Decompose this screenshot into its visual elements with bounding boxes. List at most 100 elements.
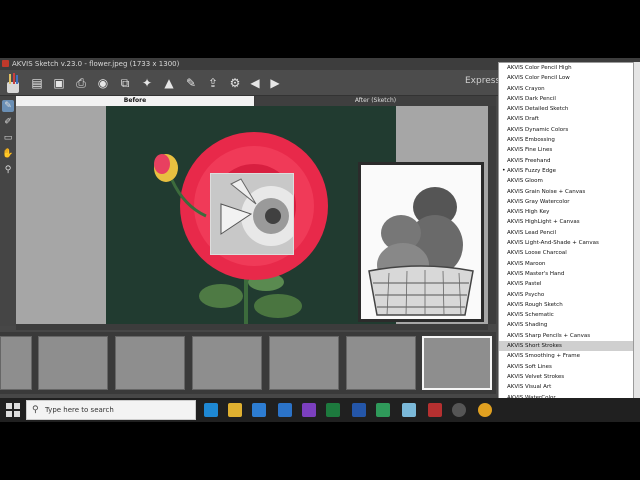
preset-item[interactable]: AKVIS Sharp Pencils + Canvas	[499, 331, 633, 341]
preset-item-label: AKVIS Grain Noise + Canvas	[507, 188, 586, 195]
taskbar-search-input[interactable]: ⚲ Type here to search	[26, 400, 196, 420]
sketch-preview-area[interactable]	[210, 173, 301, 255]
preset-item-label: AKVIS Soft Lines	[507, 363, 552, 370]
preset-item-label: AKVIS Color Pencil Low	[507, 75, 570, 82]
preferences-icon[interactable]: ⚙	[226, 74, 244, 92]
preset-item-label: AKVIS Schematic	[507, 312, 554, 319]
preset-item[interactable]: AKVIS Color Pencil High	[499, 63, 633, 73]
brush-tool-icon[interactable]: ✐	[2, 116, 14, 128]
redo-icon[interactable]: ▶	[266, 74, 284, 92]
preset-item[interactable]: AKVIS Crayon	[499, 84, 633, 94]
mail-icon[interactable]	[278, 403, 292, 417]
preset-item-label: AKVIS Dark Pencil	[507, 95, 556, 102]
preset-item[interactable]: AKVIS Maroon	[499, 259, 633, 269]
preset-item-label: AKVIS Dynamic Colors	[507, 126, 569, 133]
canvas-horizontal-scrollbar[interactable]	[16, 324, 488, 330]
preset-item-label: AKVIS Detailed Sketch	[507, 106, 569, 113]
preset-item[interactable]: AKVIS Gray Watercolor	[499, 197, 633, 207]
edge-icon[interactable]	[204, 403, 218, 417]
filmstrip-thumb[interactable]	[346, 336, 416, 390]
mode-label[interactable]: Express	[465, 76, 500, 86]
edit-icon[interactable]: ✎	[182, 74, 200, 92]
preset-item[interactable]: AKVIS Dark Pencil	[499, 94, 633, 104]
app-icon-blue[interactable]	[402, 403, 416, 417]
preset-item[interactable]: AKVIS Detailed Sketch	[499, 104, 633, 114]
preset-item[interactable]: AKVIS High Key	[499, 207, 633, 217]
filmstrip-thumb[interactable]	[115, 336, 185, 390]
preset-item[interactable]: AKVIS Freehand	[499, 156, 633, 166]
preset-item[interactable]: AKVIS Short Strokes	[499, 341, 633, 352]
presets-icon[interactable]: ✦	[138, 74, 156, 92]
akvis-taskbar-icon[interactable]	[428, 403, 442, 417]
preset-item-label: AKVIS Loose Charcoal	[507, 250, 567, 257]
window-title: AKVIS Sketch v.23.0 - flower.jpeg (1733 …	[12, 60, 180, 68]
eraser-tool-icon[interactable]: ▭	[2, 132, 14, 144]
preset-item[interactable]: AKVIS Dynamic Colors	[499, 125, 633, 135]
presets-list-scrollbar[interactable]	[634, 62, 640, 416]
excel-icon[interactable]	[326, 403, 340, 417]
preset-item[interactable]: AKVIS Master's Hand	[499, 269, 633, 279]
pencil-tool-icon[interactable]: ✎	[2, 100, 14, 112]
presets-dropdown-list[interactable]: AKVIS Color Pencil High AKVIS Color Penci…	[498, 62, 634, 416]
preset-item[interactable]: AKVIS Fine Lines	[499, 145, 633, 155]
preset-item-label: AKVIS Rough Sketch	[507, 301, 563, 308]
preset-item[interactable]: AKVIS HighLight + Canvas	[499, 217, 633, 227]
preset-item-label: AKVIS High Key	[507, 209, 550, 216]
preset-item[interactable]: AKVIS Shading	[499, 320, 633, 330]
app-icon-circle[interactable]	[452, 403, 466, 417]
preset-item[interactable]: AKVIS Color Pencil Low	[499, 73, 633, 83]
filmstrip-thumb[interactable]	[0, 336, 32, 390]
preset-item[interactable]: AKVIS Embossing	[499, 135, 633, 145]
canvas-vertical-scrollbar[interactable]	[488, 106, 496, 324]
preset-item[interactable]: AKVIS Rough Sketch	[499, 300, 633, 310]
file-explorer-icon[interactable]	[228, 403, 242, 417]
preset-item[interactable]: AKVIS Psycho	[499, 290, 633, 300]
preset-item[interactable]: AKVIS Schematic	[499, 310, 633, 320]
preset-item[interactable]: AKVIS Loose Charcoal	[499, 248, 633, 258]
open-icon[interactable]: ▤	[28, 74, 46, 92]
app-icon-green[interactable]	[376, 403, 390, 417]
flower-photo	[106, 106, 396, 324]
chrome-icon[interactable]	[478, 403, 492, 417]
filmstrip-thumb[interactable]	[192, 336, 262, 390]
preset-item[interactable]: AKVIS Grain Noise + Canvas	[499, 187, 633, 197]
preset-item[interactable]: AKVIS Smoothing + Frame	[499, 351, 633, 361]
preset-item[interactable]: AKVIS Soft Lines	[499, 362, 633, 372]
image-canvas[interactable]	[16, 106, 488, 324]
preset-item[interactable]: AKVIS Velvet Strokes	[499, 372, 633, 382]
run-icon[interactable]: ▲	[160, 74, 178, 92]
zoom-tool-icon[interactable]: ⚲	[2, 164, 14, 176]
preset-item-label: AKVIS Gray Watercolor	[507, 198, 570, 205]
preset-item-label: AKVIS Visual Art	[507, 384, 552, 391]
preset-item[interactable]: AKVIS Pastel	[499, 279, 633, 289]
undo-icon[interactable]: ◀	[246, 74, 264, 92]
word-icon[interactable]	[352, 403, 366, 417]
print-icon[interactable]: ⎙	[72, 74, 90, 92]
hand-tool-icon[interactable]: ✋	[2, 148, 14, 160]
filmstrip-thumb[interactable]	[269, 336, 339, 390]
view-tabs: Before After (Sketch)	[16, 96, 496, 106]
preset-item-label: AKVIS Gloom	[507, 178, 543, 185]
export-icon[interactable]: ⇪	[204, 74, 222, 92]
preset-item-label: AKVIS Short Strokes	[507, 343, 562, 350]
search-icon: ⚲	[32, 405, 39, 415]
preset-item-label: AKVIS Freehand	[507, 157, 551, 164]
preset-item-label: AKVIS Lead Pencil	[507, 229, 557, 236]
store-icon[interactable]	[252, 403, 266, 417]
save-icon[interactable]: ▣	[50, 74, 68, 92]
tab-before[interactable]: Before	[16, 96, 254, 106]
preset-item[interactable]: AKVIS Lead Pencil	[499, 228, 633, 238]
share-icon[interactable]: ◉	[94, 74, 112, 92]
batch-icon[interactable]: ⧉	[116, 74, 134, 92]
preset-filmstrip: 🗑	[0, 332, 496, 394]
filmstrip-thumb[interactable]	[38, 336, 108, 390]
preset-item[interactable]: AKVIS Visual Art	[499, 382, 633, 392]
preset-item[interactable]: • AKVIS Fuzzy Edge	[499, 166, 633, 176]
onenote-icon[interactable]	[302, 403, 316, 417]
preset-item[interactable]: AKVIS Draft	[499, 114, 633, 124]
preset-item[interactable]: AKVIS Light-And-Shade + Canvas	[499, 238, 633, 248]
filmstrip-thumb-selected[interactable]	[422, 336, 492, 390]
preset-item[interactable]: AKVIS Gloom	[499, 176, 633, 186]
windows-start-icon[interactable]	[6, 403, 20, 417]
tab-after[interactable]: After (Sketch)	[255, 96, 496, 106]
